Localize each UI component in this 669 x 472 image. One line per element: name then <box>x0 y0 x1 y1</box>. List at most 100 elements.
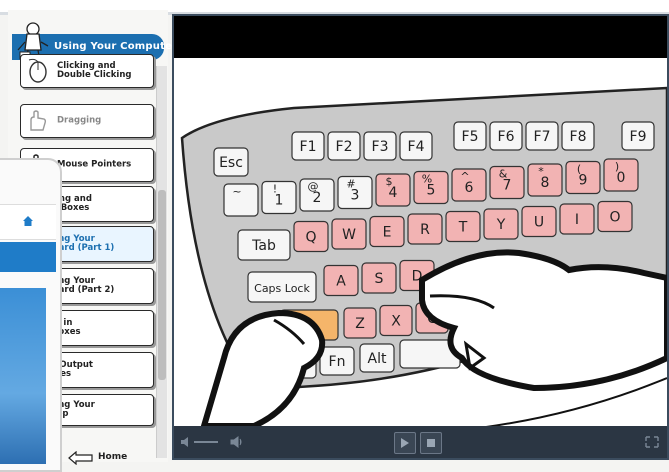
svg-text:F5: F5 <box>462 129 479 145</box>
key-num-4: 4$ <box>375 173 411 207</box>
key-f4: F4 <box>399 131 433 161</box>
device-mockup <box>0 158 62 472</box>
svg-text:@: @ <box>308 180 319 193</box>
svg-text:Alt: Alt <box>368 351 387 367</box>
panel-title: Using Your Computer <box>54 41 178 52</box>
play-icon <box>401 438 409 448</box>
player-controls <box>174 426 667 458</box>
svg-text:F9: F9 <box>630 129 647 145</box>
svg-text:Esc: Esc <box>219 155 243 171</box>
lesson-label: Dragging <box>57 115 102 126</box>
key-num-10: 0) <box>603 158 639 192</box>
key-num-5: 5% <box>413 170 449 205</box>
svg-text:F2: F2 <box>336 139 353 155</box>
svg-text:&: & <box>499 168 508 181</box>
svg-text:): ) <box>615 160 619 173</box>
lesson-item-dragging[interactable]: Dragging <box>20 104 154 138</box>
volume-low-icon[interactable] <box>180 436 194 448</box>
key-y: Y <box>483 208 519 240</box>
key-num-7: 7& <box>489 165 525 200</box>
video-top-band <box>174 16 667 58</box>
svg-text:F8: F8 <box>570 129 587 145</box>
svg-text:X: X <box>391 314 401 330</box>
svg-text:#: # <box>346 178 355 191</box>
key-num-2: 2@ <box>299 178 335 212</box>
device-nav-bar <box>0 204 56 240</box>
key-f3: F3 <box>363 131 397 161</box>
svg-text:F4: F4 <box>408 139 425 155</box>
svg-text:O: O <box>609 210 620 226</box>
svg-text:F7: F7 <box>534 129 551 145</box>
lesson-label: Mouse Pointers <box>57 159 132 170</box>
svg-text:^: ^ <box>460 170 469 183</box>
volume-high-icon[interactable] <box>230 436 244 448</box>
key-s: S <box>361 262 397 294</box>
svg-text:F3: F3 <box>372 139 389 155</box>
svg-text:W: W <box>342 227 356 243</box>
svg-text:F6: F6 <box>498 129 515 145</box>
video-player[interactable]: Esc F1 F2 F3 F4 F5 F6 F7 F8 F9 ~1! 2 @3 #4 $5% 6 ^ 7 & 8 * 9(… <box>172 14 669 460</box>
stop-icon <box>427 439 435 447</box>
stop-button[interactable] <box>420 432 442 454</box>
key-w: W <box>331 218 367 250</box>
svg-text:!: ! <box>273 183 277 196</box>
key-e: E <box>369 215 405 248</box>
key-f5: F5 <box>453 121 487 151</box>
key-u: U <box>521 205 557 238</box>
key-num-8: 8* <box>527 163 563 197</box>
key-num-3: 3# <box>337 175 373 210</box>
key-f7: F7 <box>525 121 559 151</box>
key-num-9: 9( <box>565 160 601 195</box>
play-button[interactable] <box>394 432 416 454</box>
home-button[interactable]: Home <box>68 448 158 470</box>
key-esc: Esc <box>213 147 249 177</box>
svg-text:T: T <box>458 220 468 236</box>
key-t: T <box>445 210 481 243</box>
key-num-1: 1! <box>261 180 297 215</box>
svg-text:Fn: Fn <box>329 354 346 370</box>
key-o: O <box>597 200 633 233</box>
key-f6: F6 <box>489 121 523 151</box>
key-num-6: 6^ <box>451 168 487 202</box>
key-f2: F2 <box>327 131 361 161</box>
key-a: A <box>323 264 359 297</box>
key-num-0: ~ <box>223 183 259 217</box>
key-r: R <box>407 213 443 245</box>
svg-text:Z: Z <box>355 316 365 332</box>
key-tab: Tab <box>237 229 291 261</box>
svg-text:$: $ <box>386 175 393 188</box>
svg-text:F1: F1 <box>300 139 317 155</box>
svg-text:R: R <box>420 222 430 238</box>
svg-text:%: % <box>422 173 432 186</box>
key-f1: F1 <box>291 131 325 161</box>
svg-text:Y: Y <box>496 217 506 233</box>
svg-text:Caps Lock: Caps Lock <box>254 282 310 295</box>
lesson-item-clicking[interactable]: Clicking and Double Clicking <box>20 54 154 88</box>
fullscreen-icon[interactable] <box>645 436 659 448</box>
drag-hand-icon <box>30 110 47 131</box>
svg-text:Q: Q <box>305 230 316 246</box>
video-frame[interactable]: Esc F1 F2 F3 F4 F5 F6 F7 F8 F9 ~1! 2 @3 #4 $5% 6 ^ 7 & 8 * 9(… <box>174 58 667 426</box>
mouse-icon <box>28 58 47 83</box>
key-x: X <box>379 304 413 337</box>
svg-text:E: E <box>383 225 392 241</box>
key-q: Q <box>293 220 329 253</box>
device-earth-image <box>0 288 46 464</box>
svg-text:U: U <box>534 215 544 231</box>
key-f8: F8 <box>561 121 595 151</box>
key-z: Z <box>343 307 377 339</box>
key-i: I <box>559 203 595 235</box>
svg-text:I: I <box>575 212 579 228</box>
volume-slider[interactable] <box>194 441 218 443</box>
svg-text:Tab: Tab <box>251 238 276 254</box>
keyboard-illustration: Esc F1 F2 F3 F4 F5 F6 F7 F8 F9 ~1!2@3#4$5%6^7&8*9(… <box>180 86 667 426</box>
home-icon <box>23 216 33 226</box>
home-label: Home <box>98 452 128 462</box>
key-alt: Alt <box>359 343 395 373</box>
key-fn: Fn <box>319 346 355 376</box>
lesson-scrollbar[interactable] <box>156 66 167 458</box>
key-f9: F9 <box>621 121 655 151</box>
scroll-thumb[interactable] <box>158 190 166 380</box>
key-caps-lock: Caps Lock <box>247 271 317 303</box>
device-blue-band <box>0 242 56 272</box>
